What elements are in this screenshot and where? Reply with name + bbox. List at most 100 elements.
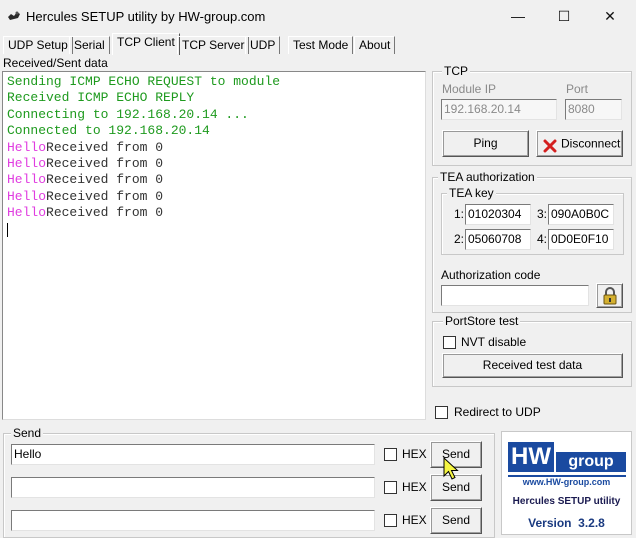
close-icon: ✕ [604, 8, 616, 24]
tab-label: TCP Client [117, 35, 175, 49]
log-line-text: Connecting to 192.168.20.14 ... [7, 106, 249, 122]
tab-label: UDP [250, 38, 276, 52]
tcp-group-title: TCP [442, 64, 470, 78]
portstore-group-title: PortStore test [443, 314, 521, 328]
ping-button[interactable]: Ping [442, 130, 529, 157]
red-x-icon [543, 137, 557, 153]
log-line-text: Received ICMP ECHO REPLY [7, 90, 195, 106]
send-input-2[interactable] [11, 477, 375, 498]
log-line: HelloReceived from 0 [7, 189, 421, 205]
tab-udp[interactable]: UDP [245, 36, 281, 54]
version-label: Version 3.2.8 [528, 516, 605, 530]
log-line: Sending ICMP ECHO REQUEST to module [7, 74, 421, 90]
hex-label-2: HEX [402, 480, 427, 494]
disconnect-label: Disconnect [561, 136, 621, 151]
hex-checkbox-2[interactable] [384, 481, 397, 494]
hex-checkbox-3[interactable] [384, 514, 397, 527]
received-sent-log[interactable]: Sending ICMP ECHO REQUEST to module Recei… [2, 71, 426, 420]
log-line: Connecting to 192.168.20.14 ... [7, 107, 421, 123]
mouse-cursor-icon [443, 456, 461, 484]
log-line-text: Received from 0 [46, 188, 164, 204]
tab-label: About [359, 38, 391, 52]
received-test-data-button[interactable]: Received test data [442, 353, 623, 378]
log-line-text: Connected to 192.168.20.14 [7, 123, 210, 139]
hex-label-3: HEX [402, 513, 427, 527]
log-line-sent-text: Hello [7, 188, 47, 204]
log-label: Received/Sent data [3, 56, 108, 70]
log-lines: Sending ICMP ECHO REQUEST to module Recei… [7, 74, 421, 222]
send-label-3: Send [441, 513, 471, 527]
module-ip-input[interactable]: 192.168.20.14 [441, 99, 557, 120]
minimize-button[interactable]: — [495, 0, 541, 33]
send-button-3[interactable]: Send [430, 507, 482, 534]
log-line-sent-text: Hello [7, 156, 47, 172]
log-line: HelloReceived from 0 [7, 205, 421, 221]
tab-tcp-server[interactable]: TCP Server [177, 36, 250, 54]
log-line-sent-text: Hello [7, 139, 47, 155]
redirect-udp-checkbox[interactable] [435, 406, 448, 419]
tab-test-mode[interactable]: Test Mode [288, 36, 354, 54]
window-title: Hercules SETUP utility by HW-group.com [26, 9, 266, 24]
padlock-icon [602, 287, 618, 308]
tab-bar: UDP Setup Serial TCP Client TCP Server U… [0, 33, 636, 55]
received-test-data-label: Received test data [482, 358, 583, 372]
redirect-udp-label: Redirect to UDP [454, 405, 541, 419]
log-line-text: Received from 0 [46, 205, 164, 221]
send-input-3[interactable] [11, 510, 375, 531]
hercules-app-icon [6, 8, 22, 24]
hw-url: www.HW-group.com [522, 477, 611, 487]
port-input[interactable]: 8080 [565, 99, 622, 120]
ping-label: Ping [473, 136, 498, 150]
log-line-text: Received from 0 [46, 139, 164, 155]
close-button[interactable]: ✕ [587, 0, 633, 33]
auth-code-label: Authorization code [441, 268, 541, 282]
hex-label-1: HEX [402, 447, 427, 461]
module-ip-label: Module IP [442, 82, 497, 96]
hex-checkbox-1[interactable] [384, 448, 397, 461]
tab-label: Test Mode [293, 38, 349, 52]
tab-udp-setup[interactable]: UDP Setup [3, 36, 73, 54]
lock-button[interactable] [596, 283, 623, 308]
tea-key-4-label: 4: [537, 232, 548, 246]
log-line-sent-text: Hello [7, 172, 47, 188]
send-input-1[interactable]: Hello [11, 444, 375, 465]
minimize-icon: — [511, 8, 525, 24]
disconnect-button[interactable]: Disconnect [536, 130, 623, 157]
tea-key-2-label: 2: [454, 232, 465, 246]
auth-code-input[interactable] [441, 285, 589, 306]
port-label: Port [566, 82, 589, 96]
group-logo: group [556, 452, 626, 472]
tab-serial[interactable]: Serial [69, 36, 110, 54]
log-line: HelloReceived from 0 [7, 156, 421, 172]
hw-group-branding[interactable]: HW group www.HW-group.com Hercules SETUP… [501, 431, 632, 535]
log-line-text: Sending ICMP ECHO REQUEST to module [7, 74, 281, 89]
tea-key-3-label: 3: [537, 207, 548, 221]
tab-label: TCP Server [182, 38, 245, 52]
maximize-button[interactable]: ☐ [541, 0, 587, 33]
hw-logo: HW [508, 442, 554, 472]
tea-key-1-input[interactable]: 01020304 [465, 204, 531, 225]
tea-key-4-input[interactable]: 0D0E0F10 [548, 229, 614, 250]
nvt-disable-label: NVT disable [461, 335, 527, 349]
tea-group-title: TEA authorization [438, 170, 537, 184]
send-group-title: Send [11, 426, 44, 440]
log-line: Connected to 192.168.20.14 [7, 123, 421, 139]
nvt-disable-checkbox[interactable] [443, 336, 456, 349]
tea-key-3-input[interactable]: 090A0B0C [548, 204, 614, 225]
tab-about[interactable]: About [354, 36, 396, 54]
tab-label: Serial [74, 38, 105, 52]
log-line-text: Received from 0 [46, 172, 164, 188]
maximize-icon: ☐ [557, 8, 571, 24]
text-caret [7, 222, 8, 237]
log-line: HelloReceived from 0 [7, 172, 421, 188]
tea-key-2-input[interactable]: 05060708 [465, 229, 531, 250]
tea-key-title: TEA key [447, 186, 496, 200]
log-line: HelloReceived from 0 [7, 140, 421, 156]
log-line: Received ICMP ECHO REPLY [7, 90, 421, 106]
title-bar: Hercules SETUP utility by HW-group.com —… [0, 0, 636, 33]
tab-label: UDP Setup [8, 38, 68, 52]
product-name: Hercules SETUP utility [512, 496, 621, 507]
tab-tcp-client[interactable]: TCP Client [112, 33, 180, 55]
log-line-text: Received from 0 [46, 156, 164, 172]
log-line-sent-text: Hello [7, 205, 47, 221]
